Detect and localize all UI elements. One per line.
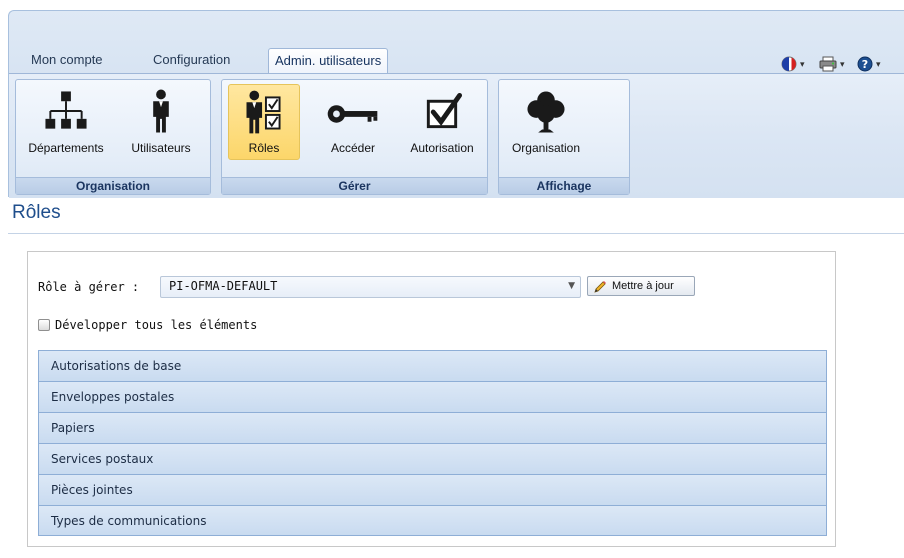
- flag-icon: [781, 56, 797, 72]
- acceder-button[interactable]: Accéder: [316, 84, 390, 160]
- autorisation-label: Autorisation: [410, 141, 474, 155]
- tab-mon-compte[interactable]: Mon compte: [25, 48, 109, 74]
- utilisateurs-label: Utilisateurs: [131, 141, 191, 155]
- svg-text:?: ?: [862, 58, 868, 71]
- help-icon: ?: [857, 56, 873, 72]
- divider: [8, 233, 904, 234]
- role-select-value: PI-OFMA-DEFAULT: [169, 279, 278, 293]
- org-chart-icon: [45, 91, 87, 129]
- role-select[interactable]: PI-OFMA-DEFAULT ▼: [160, 276, 581, 298]
- group-label-affichage: Affichage: [499, 177, 629, 194]
- chevron-down-icon: ▾: [876, 60, 881, 70]
- section-autorisations-de-base[interactable]: Autorisations de base: [38, 350, 827, 381]
- utilisateurs-button[interactable]: Utilisateurs: [120, 84, 202, 160]
- user-icon: [153, 89, 169, 133]
- update-button[interactable]: Mettre à jour: [587, 276, 695, 296]
- section-enveloppes-postales[interactable]: Enveloppes postales: [38, 381, 827, 412]
- organisation-view-label: Organisation: [511, 141, 581, 155]
- roles-button[interactable]: Rôles: [228, 84, 300, 160]
- tab-strip: Mon compte Configuration Admin. utilisat…: [9, 11, 904, 74]
- expand-all-checkbox[interactable]: [38, 319, 50, 331]
- checkbox-icon: [426, 92, 463, 129]
- chevron-down-icon: ▾: [840, 60, 845, 70]
- group-organisation: Départements Utilisateurs Organisation: [15, 79, 211, 195]
- group-affichage: Organisation Affichage: [498, 79, 630, 195]
- organisation-view-button[interactable]: Organisation: [505, 84, 587, 160]
- group-label-gerer: Gérer: [222, 177, 487, 194]
- section-papiers[interactable]: Papiers: [38, 412, 827, 443]
- departements-label: Départements: [28, 141, 104, 155]
- group-label-organisation: Organisation: [16, 177, 210, 194]
- ribbon: Mon compte Configuration Admin. utilisat…: [8, 10, 904, 198]
- group-gerer: Rôles Accéder Autorisation Gérer: [221, 79, 488, 195]
- section-types-de-communications[interactable]: Types de communications: [38, 505, 827, 536]
- expand-all-label: Développer tous les éléments: [55, 318, 258, 332]
- page-title: Rôles: [12, 202, 61, 223]
- tab-admin-utilisateurs[interactable]: Admin. utilisateurs: [268, 48, 389, 74]
- user-checklist-icon: [246, 90, 281, 134]
- key-icon: [327, 105, 378, 123]
- chevron-down-icon: ▾: [800, 60, 805, 70]
- update-button-label: Mettre à jour: [612, 280, 674, 292]
- section-pieces-jointes[interactable]: Pièces jointes: [38, 474, 827, 505]
- tab-configuration[interactable]: Configuration: [147, 48, 236, 74]
- section-services-postaux[interactable]: Services postaux: [38, 443, 827, 474]
- printer-icon: [819, 56, 837, 72]
- departements-button[interactable]: Départements: [20, 84, 112, 160]
- acceder-label: Accéder: [330, 141, 376, 155]
- pencil-icon: [594, 281, 606, 293]
- sections-list: Autorisations de base Enveloppes postale…: [38, 350, 827, 536]
- chevron-down-icon: ▼: [568, 281, 575, 291]
- autorisation-button[interactable]: Autorisation: [400, 84, 484, 160]
- tree-icon: [527, 91, 565, 133]
- roles-label: Rôles: [248, 141, 280, 155]
- role-label: Rôle à gérer :: [38, 280, 140, 294]
